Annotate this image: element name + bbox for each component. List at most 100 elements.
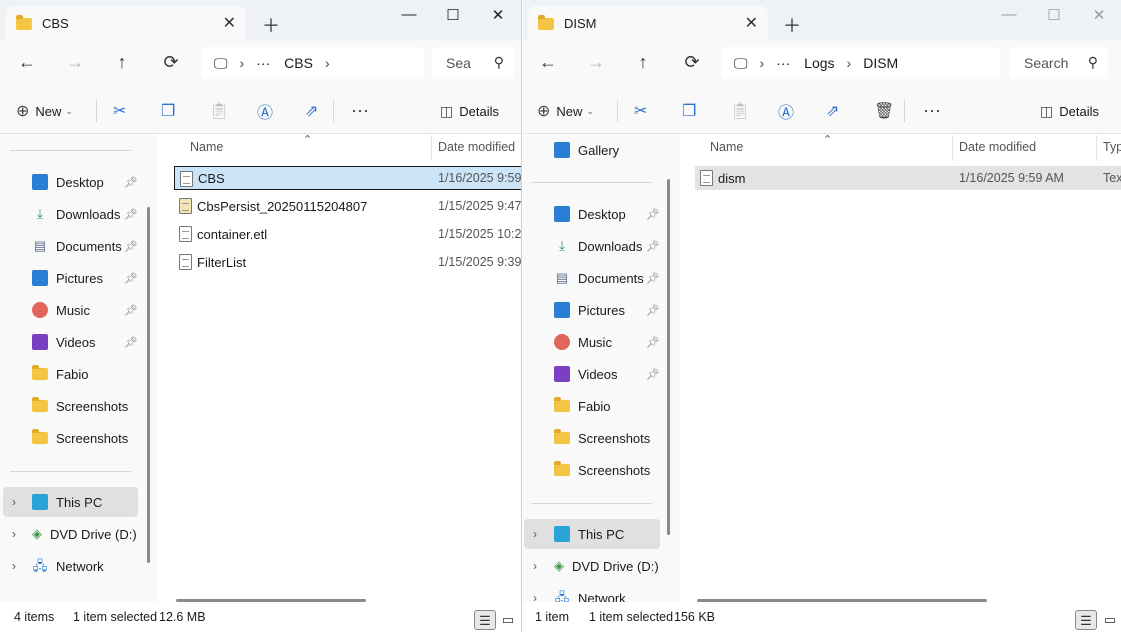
close-window-button[interactable]: ✕ [488, 6, 508, 24]
tiles-view-button[interactable]: ▭ [497, 610, 519, 630]
sidebar-item-documents[interactable]: ▤ Documents 📌︎ [32, 231, 138, 261]
delete-button[interactable]: 🗑︎ [874, 100, 894, 122]
breadcrumb-current[interactable]: CBS [284, 55, 313, 71]
column-header-type[interactable]: Typ [1103, 140, 1121, 154]
pin-icon[interactable]: 📌︎ [124, 240, 138, 253]
breadcrumb-current[interactable]: DISM [863, 55, 898, 71]
sidebar-item-screenshots[interactable]: Screenshots [554, 423, 650, 453]
new-button[interactable]: ⊕ New ⌄ [16, 100, 73, 122]
pin-icon[interactable]: 📌︎ [646, 336, 660, 349]
breadcrumb-overflow[interactable]: ··· [256, 55, 270, 71]
column-header-date-modified[interactable]: Date modified [438, 140, 515, 154]
new-button[interactable]: ⊕ New ⌄ [537, 100, 594, 122]
pin-icon[interactable]: 📌︎ [646, 272, 660, 285]
copy-button[interactable]: ❐ [161, 100, 175, 122]
sidebar-item-this-pc[interactable]: › This PC [3, 487, 138, 517]
maximize-button[interactable]: ☐ [1044, 6, 1064, 24]
more-options-button[interactable]: ⋯ [923, 100, 941, 122]
chevron-right-icon[interactable]: › [533, 527, 537, 541]
file-row[interactable]: CbsPersist_20250115204807 1/15/2025 9:47… [174, 194, 521, 218]
sidebar-item-downloads[interactable]: ⤓ Downloads 📌︎ [32, 199, 138, 229]
forward-button[interactable]: → [64, 52, 86, 73]
sidebar-item-downloads[interactable]: ⤓ Downloads 📌︎ [554, 231, 660, 261]
pin-icon[interactable]: 📌︎ [646, 208, 660, 221]
cut-button[interactable]: ✂ [634, 100, 647, 122]
rename-button[interactable]: Ⓐ [257, 100, 273, 122]
pin-icon[interactable]: 📌︎ [124, 336, 138, 349]
column-header-name[interactable]: Name [710, 140, 743, 154]
rename-button[interactable]: Ⓐ [778, 100, 794, 122]
column-divider[interactable] [1096, 135, 1097, 161]
copy-button[interactable]: ❐ [682, 100, 696, 122]
sidebar-item-screenshots[interactable]: Screenshots [32, 391, 128, 421]
sidebar-item-network[interactable]: › 🖧 Network [3, 551, 138, 581]
sidebar-item-gallery[interactable]: Gallery [554, 135, 619, 165]
new-tab-button[interactable]: ＋ [783, 12, 801, 38]
pin-icon[interactable]: 📌︎ [646, 304, 660, 317]
tiles-view-button[interactable]: ▭ [1099, 610, 1121, 630]
file-row[interactable]: dism 1/16/2025 9:59 AM Tex [695, 166, 1121, 190]
up-button[interactable]: ↑ [111, 52, 133, 73]
paste-button[interactable]: 📋︎ [730, 100, 750, 122]
share-button[interactable]: ⇗ [305, 100, 318, 122]
maximize-button[interactable]: ☐ [443, 6, 463, 24]
file-row[interactable]: container.etl 1/15/2025 10:26 [174, 222, 521, 246]
details-button[interactable]: ◫ Details [1040, 100, 1099, 122]
chevron-right-icon[interactable]: › [533, 559, 537, 573]
search-box[interactable]: Sea ⚲ [432, 47, 514, 79]
address-bar[interactable]: 🖵 › ··· CBS › [202, 47, 424, 79]
back-button[interactable]: ← [16, 52, 38, 73]
chevron-right-icon[interactable]: › [12, 559, 16, 573]
chevron-right-icon[interactable]: › [12, 495, 16, 509]
file-row[interactable]: FilterList 1/15/2025 9:39 P [174, 250, 521, 274]
new-tab-button[interactable]: ＋ [262, 12, 280, 38]
file-row[interactable]: CBS 1/16/2025 9:59 A [174, 166, 521, 190]
sidebar-item-music[interactable]: Music 📌︎ [32, 295, 138, 325]
details-view-button[interactable]: ☰ [474, 610, 496, 630]
sidebar-item-documents[interactable]: ▤ Documents 📌︎ [554, 263, 660, 293]
close-tab-icon[interactable]: ✕ [745, 13, 758, 33]
minimize-button[interactable]: — [399, 6, 419, 23]
sidebar-item-videos[interactable]: Videos 📌︎ [32, 327, 138, 357]
sidebar-item-pictures[interactable]: Pictures 📌︎ [32, 263, 138, 293]
chevron-right-icon[interactable]: › [12, 527, 16, 541]
sidebar-item-pictures[interactable]: Pictures 📌︎ [554, 295, 660, 325]
sidebar-item-videos[interactable]: Videos 📌︎ [554, 359, 660, 389]
sidebar-item-music[interactable]: Music 📌︎ [554, 327, 660, 357]
pin-icon[interactable]: 📌︎ [124, 208, 138, 221]
details-view-button[interactable]: ☰ [1075, 610, 1097, 630]
sidebar-item-screenshots[interactable]: Screenshots [32, 423, 128, 453]
sidebar-item-desktop[interactable]: Desktop 📌︎ [554, 199, 660, 229]
pin-icon[interactable]: 📌︎ [646, 240, 660, 253]
sidebar-item-this-pc[interactable]: › This PC [524, 519, 660, 549]
refresh-button[interactable]: ⟳ [681, 52, 703, 73]
pin-icon[interactable]: 📌︎ [124, 304, 138, 317]
pin-icon[interactable]: 📌︎ [124, 176, 138, 189]
share-button[interactable]: ⇗ [826, 100, 839, 122]
address-bar[interactable]: 🖵 › ··· Logs › DISM [722, 47, 1000, 79]
vertical-scrollbar[interactable] [667, 179, 670, 535]
tab-dism[interactable]: DISM ✕ [528, 6, 768, 40]
minimize-button[interactable]: — [999, 6, 1019, 23]
details-button[interactable]: ◫ Details [440, 100, 499, 122]
paste-button[interactable]: 📋︎ [209, 100, 229, 122]
close-window-button[interactable]: ✕ [1089, 6, 1109, 24]
close-tab-icon[interactable]: ✕ [223, 13, 236, 33]
refresh-button[interactable]: ⟳ [160, 52, 182, 73]
column-header-date-modified[interactable]: Date modified [959, 140, 1036, 154]
sidebar-item-dvd-drive[interactable]: › ◈ DVD Drive (D:) C [524, 551, 662, 581]
pin-icon[interactable]: 📌︎ [646, 368, 660, 381]
sidebar-item-fabio[interactable]: Fabio [32, 359, 89, 389]
up-button[interactable]: ↑ [632, 52, 654, 73]
sidebar-item-fabio[interactable]: Fabio [554, 391, 611, 421]
more-options-button[interactable]: ⋯ [351, 100, 369, 122]
cut-button[interactable]: ✂ [113, 100, 126, 122]
breadcrumb-overflow[interactable]: ··· [776, 55, 790, 71]
pin-icon[interactable]: 📌︎ [124, 272, 138, 285]
sidebar-item-desktop[interactable]: Desktop 📌︎ [32, 167, 138, 197]
breadcrumb-logs[interactable]: Logs [804, 55, 834, 71]
vertical-scrollbar[interactable] [147, 207, 150, 563]
search-box[interactable]: Search ⚲ [1010, 47, 1108, 79]
sidebar-item-screenshots[interactable]: Screenshots [554, 455, 650, 485]
column-divider[interactable] [431, 135, 432, 161]
